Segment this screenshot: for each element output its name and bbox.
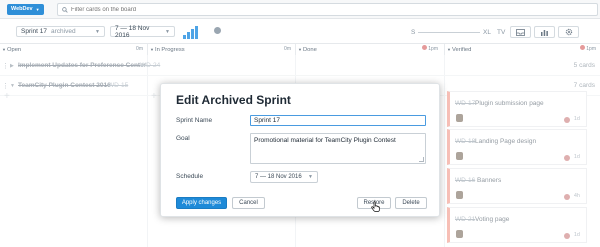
chevron-down-icon: ▼ (150, 47, 154, 52)
dialog-title: Edit Archived Sprint (176, 93, 291, 107)
goal-label: Goal (176, 135, 190, 142)
search-input[interactable] (71, 5, 371, 15)
project-selector-button[interactable]: WebDev ▼ (7, 4, 44, 15)
date-range-selector[interactable]: 7 — 18 Nov 2016 ▼ (110, 24, 175, 39)
gear-icon (565, 28, 572, 36)
schedule-selector[interactable]: 7 — 18 Nov 2016 ▼ (250, 171, 318, 183)
column-name: In Progress (154, 47, 185, 53)
bar-chart-icon (541, 29, 548, 36)
column-header-in-progress[interactable]: ▼In Progress 0m (148, 44, 295, 55)
card-size-slider[interactable] (418, 32, 480, 33)
inbox-icon (516, 28, 525, 36)
board-settings-button[interactable] (558, 26, 579, 38)
chevron-down-icon: ▼ (447, 47, 451, 52)
inbox-button[interactable] (510, 26, 531, 38)
burndown-chart-icon[interactable] (183, 25, 203, 39)
goal-text: Promotional material for TeamCity Plugin… (254, 137, 396, 144)
search-field[interactable] (57, 3, 598, 16)
edit-archived-sprint-dialog: Edit Archived Sprint Sprint Name Goal Pr… (160, 83, 440, 217)
column-header-verified[interactable]: ▼Verified 1pm (445, 44, 600, 55)
sprint-state: archived (51, 28, 76, 35)
sprint-name-label: Sprint Name (176, 117, 213, 124)
column-limit: 0m (284, 46, 291, 52)
cancel-button[interactable]: Cancel (232, 197, 265, 209)
column-limit: 1pm (421, 44, 438, 55)
chevron-down-icon: ▼ (95, 28, 100, 35)
sprint-selector[interactable]: Sprint 17 archived ▼ (16, 26, 105, 37)
project-label: WebDev (11, 6, 33, 12)
date-range-label: 7 — 18 Nov 2016 (115, 24, 150, 39)
chevron-down-icon: ▼ (308, 174, 313, 180)
top-bar: WebDev ▼ (0, 0, 600, 19)
size-small-label: S (411, 29, 416, 36)
hand-cursor-icon (371, 201, 380, 212)
delete-button[interactable]: Delete (395, 197, 427, 209)
wip-limit-label: 1pm (428, 46, 438, 52)
resize-handle-icon[interactable] (419, 157, 424, 162)
chevron-down-icon: ▼ (2, 47, 6, 52)
wip-indicator-icon (421, 45, 427, 50)
sprint-name: Sprint 17 (21, 28, 48, 35)
column-name: Done (302, 47, 317, 53)
chevron-down-icon: ▼ (35, 7, 40, 12)
column-limit: 0m (136, 46, 143, 52)
wip-indicator-icon (579, 45, 585, 50)
column-name: Verified (451, 47, 472, 53)
settings-dot-icon[interactable] (214, 27, 221, 34)
search-icon (62, 7, 68, 13)
chevron-down-icon: ▼ (298, 47, 302, 52)
column-header-done[interactable]: ▼Done 1pm (296, 44, 444, 55)
sprint-name-input[interactable] (250, 115, 426, 126)
column-limit: 1pm (579, 44, 596, 55)
report-button[interactable] (534, 26, 555, 38)
column-header-open[interactable]: ▼Open 0m (0, 44, 147, 55)
goal-textarea[interactable]: Promotional material for TeamCity Plugin… (250, 133, 426, 164)
column-name: Open (6, 47, 22, 53)
size-xl-label: XL (483, 29, 491, 36)
size-tv-label: TV (497, 29, 506, 36)
apply-changes-button[interactable]: Apply changes (176, 197, 227, 209)
board-toolbar: Sprint 17 archived ▼ 7 — 18 Nov 2016 ▼ S… (0, 20, 600, 44)
schedule-value: 7 — 18 Nov 2016 (255, 174, 302, 180)
chevron-down-icon: ▼ (165, 28, 170, 35)
wip-limit-label: 1pm (586, 46, 596, 52)
schedule-label: Schedule (176, 173, 204, 180)
